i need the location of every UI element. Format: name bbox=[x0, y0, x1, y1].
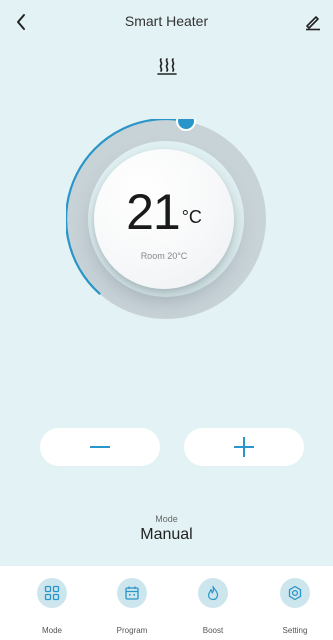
calendar-icon bbox=[125, 586, 139, 600]
nav-item-mode[interactable]: Mode bbox=[22, 578, 82, 638]
nav-item-boost[interactable]: Boost bbox=[183, 578, 243, 638]
minus-icon bbox=[90, 446, 110, 448]
heat-waves-icon bbox=[157, 58, 177, 75]
mode-value: Manual bbox=[140, 526, 193, 543]
dial-knob bbox=[176, 119, 196, 131]
bottom-nav-bar: Mode Program Boost Setting bbox=[0, 566, 333, 640]
grid-icon bbox=[44, 585, 60, 601]
page-title: Smart Heater bbox=[124, 13, 209, 29]
nav-label-boost: Boost bbox=[202, 626, 224, 635]
nav-label-mode: Mode bbox=[41, 626, 62, 635]
decrease-temp-button[interactable] bbox=[40, 428, 160, 466]
header: Smart Heater bbox=[0, 0, 333, 44]
temperature-unit: °C bbox=[181, 207, 202, 227]
target-temperature: 21 bbox=[126, 184, 181, 240]
edit-pencil-icon[interactable] bbox=[303, 11, 323, 31]
nav-item-setting[interactable]: Setting bbox=[265, 578, 325, 638]
temperature-readout: 21 °C bbox=[94, 187, 234, 237]
mode-caption: Mode bbox=[155, 514, 178, 524]
nav-label-program: Program bbox=[116, 626, 148, 635]
gear-icon bbox=[288, 585, 302, 601]
flame-icon bbox=[207, 585, 219, 601]
nav-item-program[interactable]: Program bbox=[102, 578, 162, 638]
increase-temp-button[interactable] bbox=[184, 428, 304, 466]
nav-label-setting: Setting bbox=[282, 626, 308, 635]
room-temperature: Room 20°C bbox=[140, 251, 188, 261]
